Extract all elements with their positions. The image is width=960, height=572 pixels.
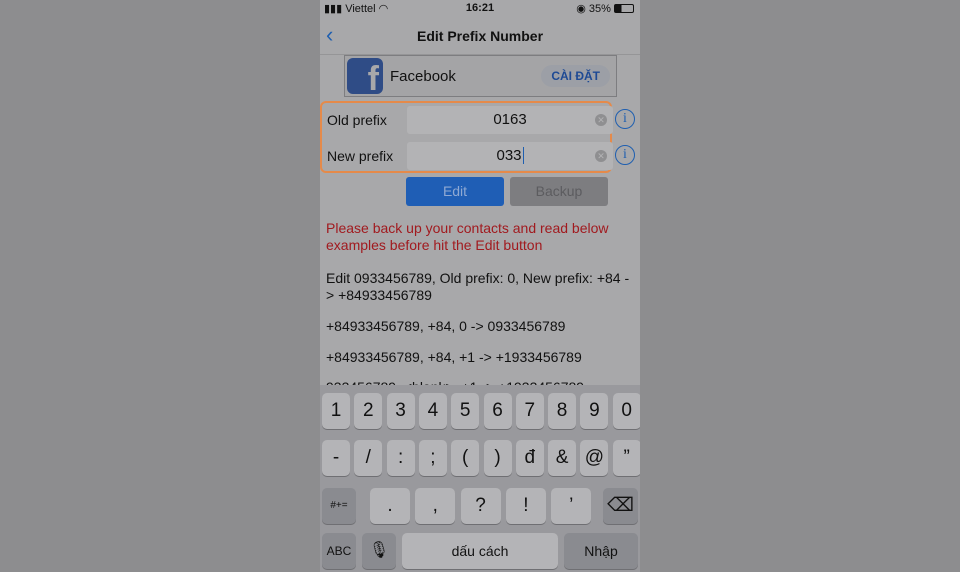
key[interactable]: 7 [515,393,544,429]
key[interactable]: . [370,488,410,524]
clear-icon[interactable]: ✕ [595,150,607,162]
key[interactable]: ’ [551,488,592,524]
key[interactable]: 2 [354,393,383,429]
prefix-form: Old prefix 0163 ✕ New prefix 033 ✕ [320,101,613,173]
edit-button[interactable]: Edit [406,177,504,206]
key[interactable]: 4 [418,393,447,429]
key-space[interactable]: dấu cách [402,533,558,569]
key[interactable]: 0 [612,393,640,429]
backspace-icon: ⌫ [607,495,634,516]
key-backspace[interactable]: ⌫ [603,488,638,524]
facebook-logo-icon: f [347,58,383,94]
key[interactable]: ” [612,440,640,476]
key[interactable]: & [548,440,577,476]
keyboard: #+= ⌫ ABC 🎙 dấu cách Nhập 1 2 3 4 5 6 7 8 9 0 - /:;… [320,385,640,572]
example-text: Edit 0933456789, Old prefix: 0, New pref… [326,270,630,303]
nav-bar: ‹ Edit Prefix Number [320,18,640,55]
old-prefix-label: Old prefix [327,112,387,128]
key[interactable]: @ [580,440,609,476]
key[interactable]: 9 [580,393,609,429]
key-abc[interactable]: ABC [322,533,356,569]
key[interactable]: / [354,440,383,476]
microphone-icon: 🎙 [368,542,390,559]
key[interactable]: ( [451,440,480,476]
key[interactable]: - [322,440,350,476]
key[interactable]: ; [418,440,447,476]
battery-icon [614,4,634,13]
page-title: Edit Prefix Number [416,28,544,44]
clear-icon[interactable]: ✕ [595,114,607,126]
key[interactable]: ) [483,440,512,476]
key-mic[interactable]: 🎙 [362,533,396,569]
warning-text: Please back up your contacts and read be… [326,220,609,253]
key[interactable]: 8 [548,393,577,429]
phone-screen: ▮▮▮ Viettel ◠ 16:21 ◉ 35% ‹ Edit Prefix … [320,0,640,572]
ad-banner[interactable]: f Facebook CÀI ĐẶT [344,55,617,97]
key[interactable]: 6 [483,393,512,429]
key[interactable]: đ [515,440,544,476]
key[interactable]: 1 [322,393,350,429]
battery: ◉ 35% [576,2,634,15]
info-icon[interactable]: i [615,109,635,129]
ad-app-name: Facebook [390,68,456,85]
example-text: +84933456789, +84, +1 -> +1933456789 [326,349,582,365]
new-prefix-label: New prefix [327,148,394,164]
key[interactable]: ? [460,488,501,524]
example-text: +84933456789, +84, 0 -> 0933456789 [326,318,566,334]
text-cursor [522,147,524,164]
key-enter[interactable]: Nhập [564,533,638,569]
new-prefix-input[interactable]: 033 ✕ [407,142,613,170]
install-button[interactable]: CÀI ĐẶT [541,65,610,87]
old-prefix-input[interactable]: 0163 ✕ [407,106,613,134]
rotation-lock-icon: ◉ [576,3,586,15]
key[interactable]: ! [505,488,546,524]
key[interactable]: , [415,488,456,524]
key[interactable]: 3 [386,393,415,429]
key[interactable]: : [386,440,415,476]
key-symbols[interactable]: #+= [322,488,356,524]
key[interactable]: 5 [451,393,480,429]
backup-button[interactable]: Backup [510,177,608,206]
info-icon[interactable]: i [615,145,635,165]
